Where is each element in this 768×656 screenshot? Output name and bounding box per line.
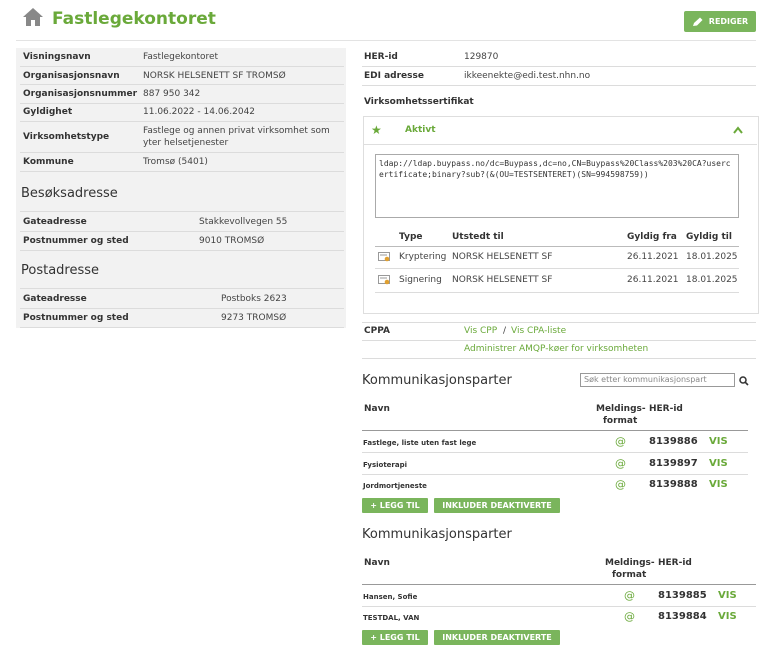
her-id-value: 129870 <box>464 52 499 62</box>
info-value: Fastlegekontoret <box>143 52 219 62</box>
komm2-heading: Kommunikasjonsparter <box>362 527 512 542</box>
party-her: 8139886 <box>649 436 698 447</box>
link-separator: / <box>503 326 507 336</box>
edi-label: EDI adresse <box>364 71 424 81</box>
her-id-label: HER-id <box>364 52 398 62</box>
info-label: Virksomhetstype <box>23 132 110 142</box>
vis-cpp-link[interactable]: Vis CPP <box>464 326 497 336</box>
vis-cpa-link[interactable]: Vis CPA-liste <box>511 326 566 336</box>
vis-link[interactable]: VIS <box>709 479 728 490</box>
format-icon: @ <box>615 457 626 470</box>
cert-from: 26.11.2021 <box>627 252 679 262</box>
info-label: Organisasjonsnavn <box>23 71 120 81</box>
home-icon[interactable] <box>22 6 44 28</box>
komm1-heading: Kommunikasjonsparter <box>362 373 512 388</box>
include-deactivated-button[interactable]: INKLUDER DEAKTIVERTE <box>434 498 560 513</box>
party-her: 8139884 <box>658 611 707 622</box>
edit-label: REDIGER <box>708 17 749 26</box>
postadresse-heading: Postadresse <box>21 263 100 278</box>
cert-issuer: NORSK HELSENETT SF <box>452 275 553 285</box>
cert-to: 18.01.2025 <box>686 252 738 262</box>
besoksadresse-heading: Besøksadresse <box>21 186 118 201</box>
add-party-button[interactable]: + LEGG TIL <box>362 630 428 645</box>
amqp-link[interactable]: Administrer AMQP-køer for virksomheten <box>464 344 648 354</box>
search-icon[interactable] <box>739 376 749 386</box>
vis-link[interactable]: VIS <box>709 436 728 447</box>
format-icon: @ <box>624 610 635 623</box>
party-her: 8139897 <box>649 458 698 469</box>
vis-link[interactable]: VIS <box>709 458 728 469</box>
info-value: NORSK HELSENETT SF TROMSØ <box>143 71 286 81</box>
cert-issuer: NORSK HELSENETT SF <box>452 252 553 262</box>
cert-to: 18.01.2025 <box>686 275 738 285</box>
col-valid-from: Gyldig fra <box>627 232 677 242</box>
col-format-1: Meldings- <box>596 404 646 414</box>
chevron-up-icon[interactable] <box>733 126 743 134</box>
col-format-2: format <box>612 570 647 580</box>
party-her: 8139885 <box>658 590 707 601</box>
address-label: Postnummer og sted <box>23 236 129 246</box>
col-name: Navn <box>364 404 390 414</box>
info-value: 887 950 342 <box>143 89 201 99</box>
star-icon: ★ <box>371 123 382 137</box>
vis-link[interactable]: VIS <box>718 590 737 601</box>
address-value: Stakkevollvegen 55 <box>199 217 288 227</box>
cppa-label: CPPA <box>364 326 390 336</box>
col-format-2: format <box>603 416 638 426</box>
address-label: Postnummer og sted <box>23 313 129 323</box>
party-name: Fastlege, liste uten fast lege <box>363 439 477 447</box>
search-input[interactable]: Søk etter kommunikasjonspart <box>580 373 735 387</box>
address-value: Postboks 2623 <box>221 294 287 304</box>
party-name: Jordmortjeneste <box>363 482 427 490</box>
certificate-icon <box>378 252 390 262</box>
header-divider <box>16 40 756 41</box>
info-value: 11.06.2022 - 14.06.2042 <box>143 107 256 117</box>
col-name: Navn <box>364 558 390 568</box>
col-format-1: Meldings- <box>605 558 655 568</box>
info-label: Organisasjonsnummer <box>23 89 138 99</box>
address-label: Gateadresse <box>23 294 87 304</box>
info-label: Kommune <box>23 157 74 167</box>
format-icon: @ <box>624 589 635 602</box>
cert-type: Kryptering <box>399 252 447 262</box>
info-label: Gyldighet <box>23 107 73 117</box>
vis-link[interactable]: VIS <box>718 611 737 622</box>
ldap-textarea[interactable]: ldap://ldap.buypass.no/dc=Buypass,dc=no,… <box>375 154 739 218</box>
add-party-button[interactable]: + LEGG TIL <box>362 498 428 513</box>
info-value: Fastlege og annen privat virksomhet som … <box>143 126 330 148</box>
party-name: TESTDAL, VAN <box>363 614 420 622</box>
format-icon: @ <box>615 435 626 448</box>
cert-section-title: Virksomhetssertifikat <box>364 97 474 107</box>
col-valid-to: Gyldig til <box>686 232 732 242</box>
party-her: 8139888 <box>649 479 698 490</box>
col-issuer: Utstedt til <box>452 232 504 242</box>
page-title: Fastlegekontoret <box>52 9 216 29</box>
edit-button[interactable]: REDIGER <box>684 11 756 32</box>
info-value: Tromsø (5401) <box>143 157 208 167</box>
address-value: 9273 TROMSØ <box>221 313 287 323</box>
address-value: 9010 TROMSØ <box>199 236 265 246</box>
include-deactivated-button[interactable]: INKLUDER DEAKTIVERTE <box>434 630 560 645</box>
address-label: Gateadresse <box>23 217 87 227</box>
cert-type: Signering <box>399 275 442 285</box>
col-her: HER-id <box>658 558 692 568</box>
col-her: HER-id <box>649 404 683 414</box>
col-type: Type <box>399 232 423 242</box>
cert-from: 26.11.2021 <box>627 275 679 285</box>
certificate-icon <box>378 275 390 285</box>
edi-value: ikkeenekte@edi.test.nhn.no <box>464 71 591 81</box>
info-label: Visningsnavn <box>23 52 91 62</box>
cert-status: Aktivt <box>405 125 436 135</box>
party-name: Fysioterapi <box>363 461 408 469</box>
party-name: Hansen, Sofie <box>363 593 418 601</box>
pencil-icon <box>692 17 703 26</box>
format-icon: @ <box>615 478 626 491</box>
